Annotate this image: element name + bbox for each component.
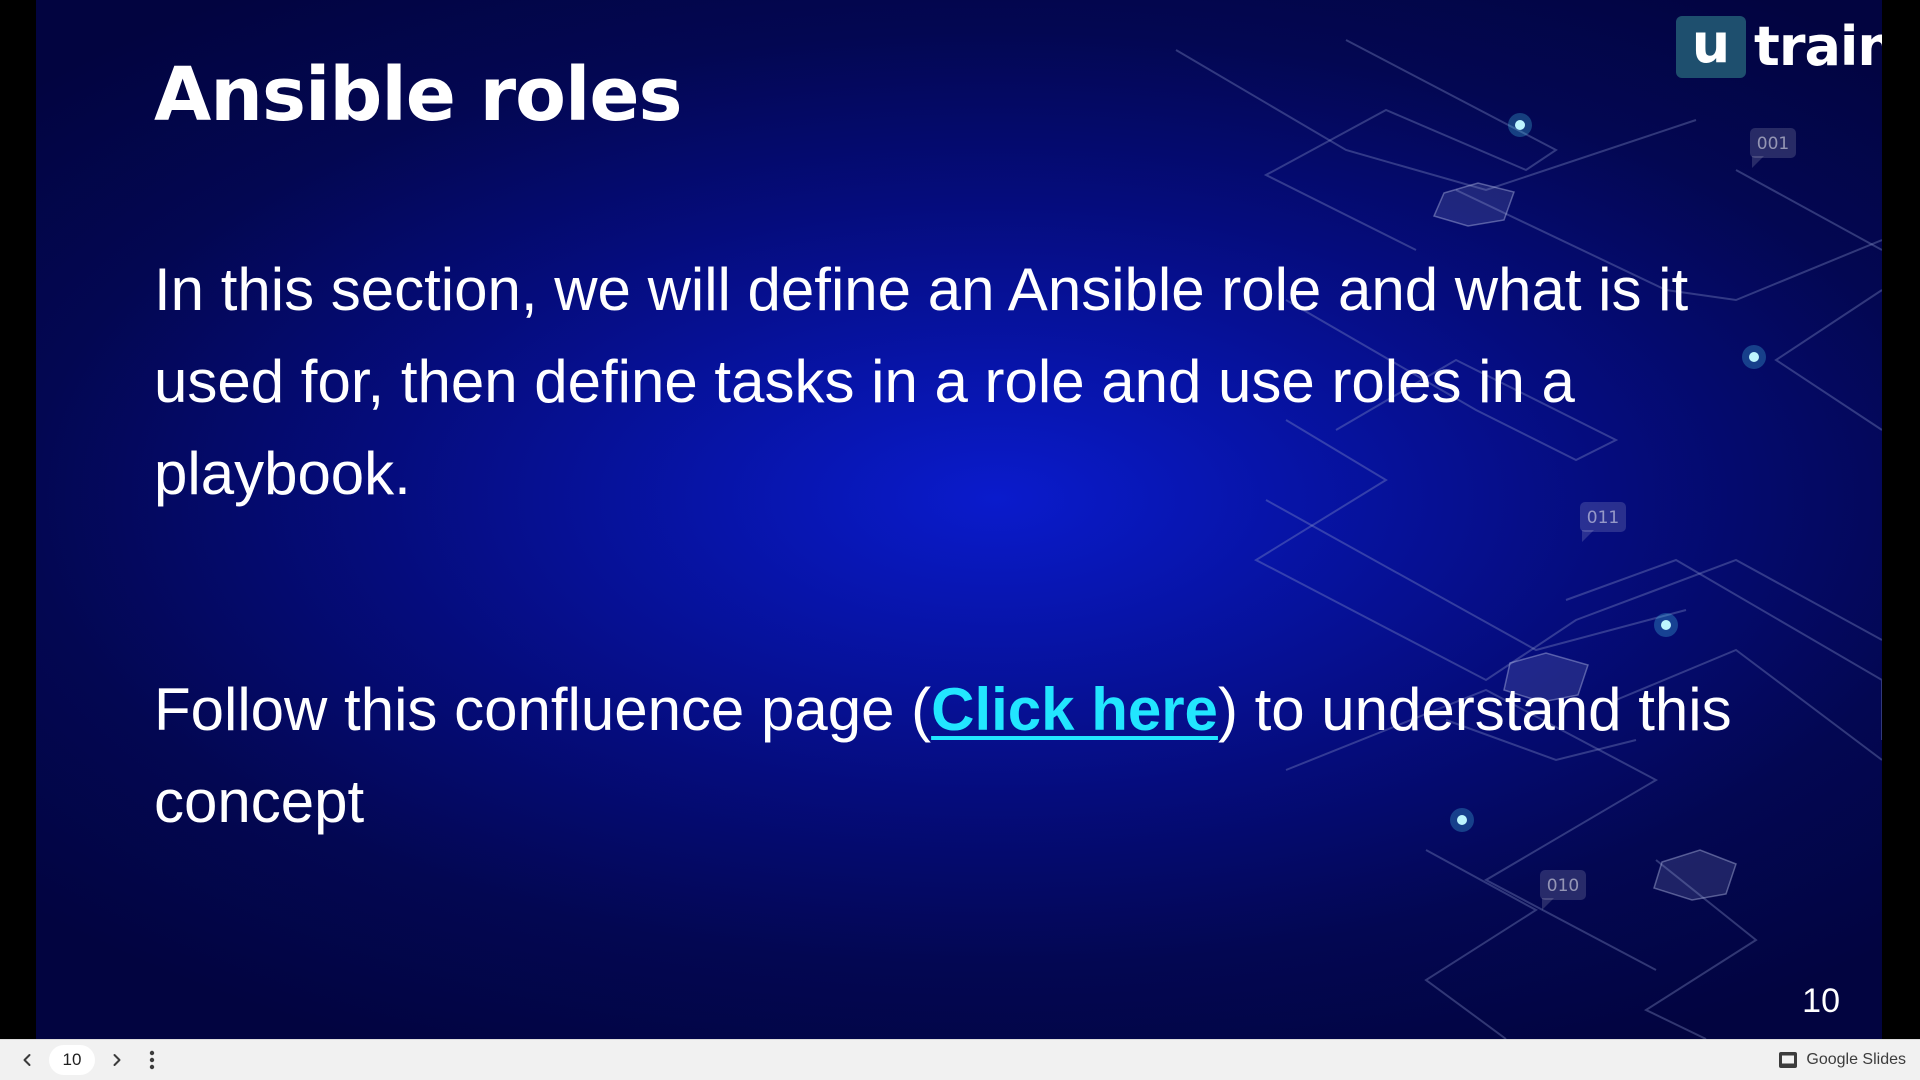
chevron-left-icon (23, 1054, 31, 1066)
slide-intro-paragraph: In this section, we will define an Ansib… (154, 256, 1689, 507)
slide-number: 10 (1802, 982, 1840, 1020)
slides-icon (1779, 1052, 1798, 1068)
google-slides-brand-link[interactable]: Google Slides (1778, 1040, 1906, 1080)
slide-canvas: 001 011 010 u train Ansible roles In thi… (36, 0, 1882, 1039)
slides-toolbar: Google Slides (0, 1039, 1920, 1080)
logo-wordmark: train (1754, 15, 1882, 78)
slide-follow-paragraph: Follow this confluence page (Click here)… (154, 664, 1794, 848)
brand-label: Google Slides (1806, 1051, 1906, 1068)
utrain-logo: u train (1676, 16, 1882, 78)
confluence-link[interactable]: Click here (931, 676, 1218, 743)
decor-tag-001: 001 (1757, 134, 1789, 154)
more-options-button[interactable] (137, 1042, 167, 1078)
decor-tag-010: 010 (1547, 876, 1579, 896)
chevron-right-icon (113, 1054, 121, 1066)
page-number-input[interactable] (49, 1045, 95, 1075)
slides-viewer: 001 011 010 u train Ansible roles In thi… (0, 0, 1920, 1080)
next-slide-button[interactable] (99, 1042, 135, 1078)
previous-slide-button[interactable] (9, 1042, 45, 1078)
more-vertical-icon (149, 1050, 155, 1070)
slide-title: Ansible roles (154, 52, 683, 138)
follow-text-before: Follow this confluence page ( (154, 676, 932, 743)
logo-mark: u (1676, 16, 1746, 78)
